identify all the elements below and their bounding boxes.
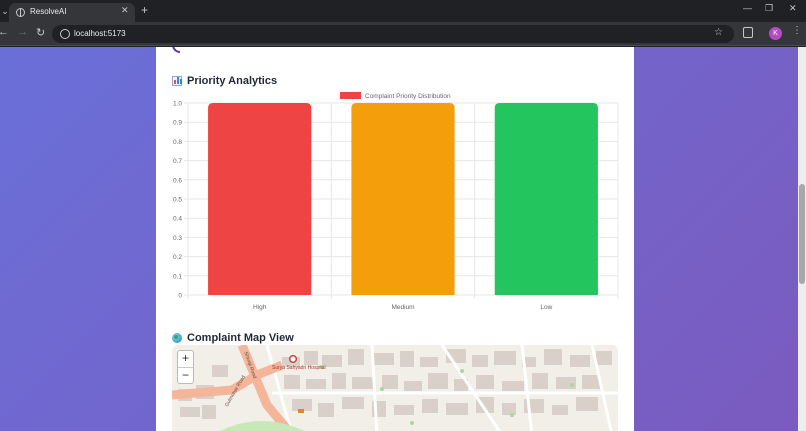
menu-icon[interactable]: ⋮ bbox=[792, 25, 802, 36]
toolbar: ← → ↻ localhost:5173 ☆ K ⋮ bbox=[0, 22, 806, 46]
tab-title: ResolveAI bbox=[30, 7, 67, 16]
y-tick-label: 1.0 bbox=[173, 101, 182, 108]
extensions-icon[interactable] bbox=[743, 27, 753, 38]
poi-label: Surya Sahyadri Hospital bbox=[272, 365, 326, 371]
bookmark-star-icon[interactable]: ☆ bbox=[714, 27, 723, 38]
y-tick-label: 0.5 bbox=[173, 197, 182, 204]
x-tick-label: High bbox=[253, 304, 267, 311]
x-axis-ticks: High Medium Low bbox=[253, 304, 553, 311]
bar-high bbox=[208, 103, 312, 295]
priority-analytics-heading: Priority Analytics bbox=[172, 75, 277, 87]
zoom-out-button[interactable]: − bbox=[178, 367, 193, 383]
new-tab-icon[interactable]: + bbox=[141, 3, 148, 17]
url-text[interactable]: localhost:5173 bbox=[74, 29, 126, 38]
address-bar[interactable]: localhost:5173 ☆ bbox=[52, 25, 734, 43]
reload-icon[interactable]: ↻ bbox=[36, 26, 45, 39]
globe-icon bbox=[16, 8, 25, 17]
close-tab-icon[interactable]: ✕ bbox=[121, 5, 129, 16]
chart-legend: Complaint Priority Distribution bbox=[340, 92, 451, 100]
restore-icon[interactable]: ❐ bbox=[765, 3, 773, 14]
globe-icon bbox=[172, 333, 182, 343]
y-tick-label: 0.1 bbox=[173, 273, 182, 280]
legend-swatch bbox=[340, 92, 361, 99]
tab-strip: ⌄ ResolveAI ✕ + — ❐ ✕ bbox=[0, 0, 806, 22]
x-tick-label: Medium bbox=[391, 304, 414, 311]
profile-avatar[interactable]: K bbox=[769, 27, 782, 40]
map-view-heading: Complaint Map View bbox=[172, 332, 294, 344]
y-tick-label: 0.4 bbox=[173, 216, 182, 223]
bar-low bbox=[494, 103, 598, 295]
site-info-icon[interactable] bbox=[60, 29, 70, 39]
bar-medium bbox=[351, 103, 455, 295]
minimize-icon[interactable]: — bbox=[743, 3, 752, 13]
close-window-icon[interactable]: ✕ bbox=[789, 3, 797, 14]
y-tick-label: 0.6 bbox=[173, 177, 182, 184]
priority-analytics-title: Priority Analytics bbox=[187, 75, 278, 87]
y-tick-label: 0 bbox=[178, 293, 182, 300]
x-tick-label: Low bbox=[540, 304, 552, 311]
y-tick-label: 0.8 bbox=[173, 139, 182, 146]
logo-icon bbox=[172, 47, 180, 53]
browser-tab[interactable]: ResolveAI ✕ bbox=[9, 3, 135, 22]
zoom-in-button[interactable]: + bbox=[178, 351, 193, 367]
y-tick-label: 0.2 bbox=[173, 254, 182, 261]
forward-icon[interactable]: → bbox=[17, 26, 28, 38]
bar-chart-icon bbox=[172, 76, 182, 86]
page-scrollbar[interactable] bbox=[798, 47, 806, 431]
page-viewport: Priority Analytics 0 0.1 0.2 0.3 0.4 0.5 0.6 0.… bbox=[0, 47, 798, 431]
y-tick-label: 0.3 bbox=[173, 235, 182, 242]
y-tick-label: 0.9 bbox=[173, 120, 182, 127]
content-card: Priority Analytics 0 0.1 0.2 0.3 0.4 0.5 0.6 0.… bbox=[156, 47, 634, 431]
y-tick-label: 0.7 bbox=[173, 158, 182, 165]
map-view-title: Complaint Map View bbox=[187, 332, 294, 344]
y-axis-ticks: 0 0.1 0.2 0.3 0.4 0.5 0.6 0.7 0.8 0.9 1.0 bbox=[173, 101, 182, 300]
scrollbar-thumb[interactable] bbox=[799, 184, 805, 284]
legend-label: Complaint Priority Distribution bbox=[365, 93, 451, 100]
back-icon[interactable]: ← bbox=[0, 26, 9, 38]
zoom-control: + − bbox=[177, 350, 194, 384]
priority-chart: 0 0.1 0.2 0.3 0.4 0.5 0.6 0.7 0.8 0.9 1.0 High Medi… bbox=[173, 92, 619, 311]
chart-bars bbox=[208, 103, 598, 295]
complaint-map[interactable]: Surya Sahyadri Hospital Shivaji Road Gul… bbox=[172, 345, 618, 431]
